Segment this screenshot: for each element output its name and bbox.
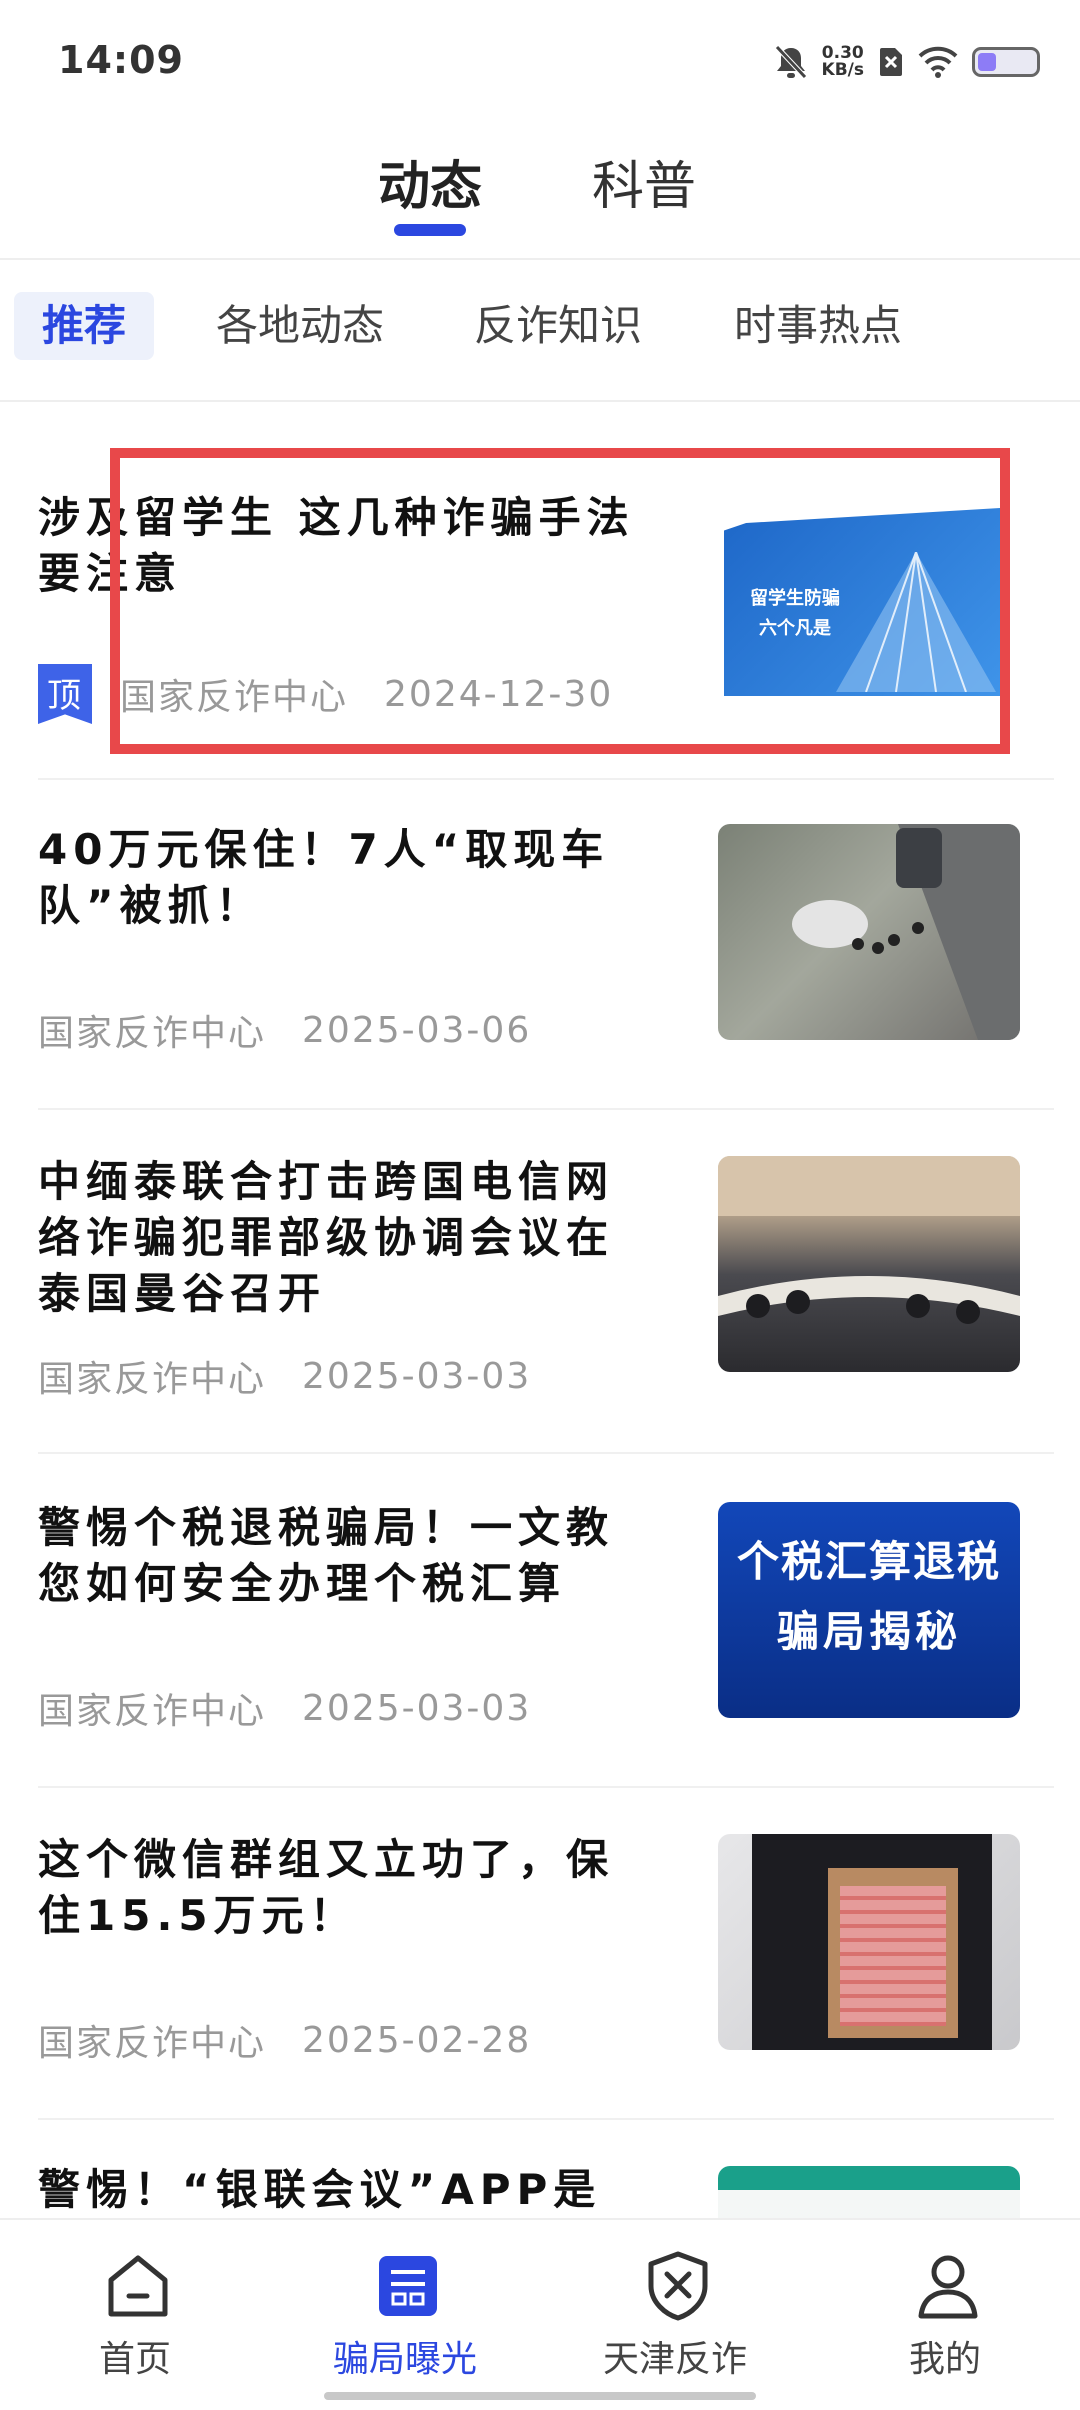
profile-icon (918, 2255, 978, 2319)
thumb-text-line1: 个税汇算退税 (736, 1537, 1001, 1586)
news-title: 40万元保住！7人“取现车队”被抓！ (38, 825, 610, 930)
news-meta: 国家反诈中心 2025-03-03 (38, 1682, 531, 1734)
home-icon (108, 2255, 168, 2317)
news-date: 2025-03-03 (302, 1687, 532, 1729)
news-source: 国家反诈中心 (38, 1013, 267, 1054)
bell-off-icon (774, 45, 807, 79)
net-speed-unit: KB/s (821, 60, 864, 80)
news-thumbnail (718, 2166, 1020, 2218)
news-meta: 国家反诈中心 2025-02-28 (38, 2014, 531, 2066)
news-item-5[interactable]: 这个微信群组又立功了，保住15.5万元！ 国家反诈中心 2025-02-28 (0, 1810, 1080, 2120)
news-source: 国家反诈中心 (38, 1359, 267, 1400)
news-item-2[interactable]: 40万元保住！7人“取现车队”被抓！ 国家反诈中心 2025-03-06 (0, 800, 1080, 1110)
cat-tab-current-events[interactable]: 时事热点 (734, 292, 902, 360)
sim-x-icon (880, 48, 902, 76)
row-divider (38, 778, 1054, 780)
highlight-box (110, 448, 1010, 754)
nav-tianjin-antifraud[interactable]: 天津反诈 (540, 2220, 810, 2410)
news-title: 警惕！“银联会议”APP是诈 (38, 2165, 602, 2214)
nav-label: 骗局曝光 (332, 2339, 477, 2380)
battery-icon (972, 47, 1040, 77)
category-divider (0, 400, 1080, 402)
cat-tab-antifraud-knowledge[interactable]: 反诈知识 (474, 292, 642, 360)
scam-exposure-icon (379, 2256, 437, 2316)
cat-tab-recommended[interactable]: 推荐 (14, 292, 155, 360)
news-meta: 国家反诈中心 2025-03-06 (38, 1004, 531, 1056)
shield-icon (648, 2251, 708, 2321)
status-bar: 14:09 0.30 KB/s (0, 0, 1080, 120)
top-tabs: 动态 科普 (0, 140, 1080, 256)
news-thumbnail (718, 824, 1020, 1040)
status-time: 14:09 (58, 38, 184, 82)
nav-mine[interactable]: 我的 (810, 2220, 1080, 2410)
nav-label: 天津反诈 (602, 2339, 747, 2380)
news-title: 警惕个税退税骗局！一文教您如何安全办理个税汇算 (38, 1503, 615, 1608)
news-thumbnail (718, 1156, 1020, 1372)
row-divider (38, 1786, 1054, 1788)
news-item-3[interactable]: 中缅泰联合打击跨国电信网络诈骗犯罪部级协调会议在泰国曼谷召开 国家反诈中心 20… (0, 1132, 1080, 1452)
top-divider (0, 258, 1080, 260)
news-title: 这个微信群组又立功了，保住15.5万元！ (38, 1835, 615, 1940)
news-source: 国家反诈中心 (38, 2023, 267, 2064)
tab-science[interactable]: 科普 (592, 144, 696, 219)
row-divider (38, 2118, 1054, 2120)
nav-home[interactable]: 首页 (0, 2220, 270, 2410)
status-icons: 0.30 KB/s (774, 40, 1040, 84)
row-divider (38, 1108, 1054, 1110)
news-item-6[interactable]: 警惕！“银联会议”APP是诈 (0, 2142, 1080, 2218)
nav-scam-exposure[interactable]: 骗局曝光 (270, 2220, 540, 2410)
news-meta: 国家反诈中心 2025-03-03 (38, 1350, 531, 1402)
wifi-icon (918, 46, 958, 78)
news-thumbnail: 个税汇算退税 骗局揭秘 (718, 1502, 1020, 1718)
cat-tab-regional[interactable]: 各地动态 (216, 292, 384, 360)
bottom-nav: 首页 骗局曝光 天津反诈 我的 (0, 2218, 1080, 2410)
tab-dynamic[interactable]: 动态 (378, 144, 482, 219)
news-date: 2025-03-03 (302, 1355, 532, 1397)
nav-label: 我的 (908, 2339, 981, 2380)
news-thumbnail (718, 1834, 1020, 2050)
news-date: 2025-02-28 (302, 2019, 532, 2061)
home-indicator[interactable] (324, 2392, 756, 2400)
network-speed-icon: 0.30 KB/s (822, 45, 864, 79)
category-tabs: 推荐 各地动态 反诈知识 时事热点 (0, 292, 1080, 372)
nav-label: 首页 (98, 2339, 171, 2380)
active-tab-indicator (394, 224, 466, 236)
pinned-badge: 顶 (38, 664, 92, 724)
thumb-text-line2: 骗局揭秘 (776, 1607, 961, 1656)
news-source: 国家反诈中心 (38, 1691, 267, 1732)
row-divider (38, 1452, 1054, 1454)
news-date: 2025-03-06 (302, 1009, 532, 1051)
news-item-4[interactable]: 警惕个税退税骗局！一文教您如何安全办理个税汇算 国家反诈中心 2025-03-0… (0, 1478, 1080, 1788)
news-title: 中缅泰联合打击跨国电信网络诈骗犯罪部级协调会议在泰国曼谷召开 (38, 1157, 615, 1318)
